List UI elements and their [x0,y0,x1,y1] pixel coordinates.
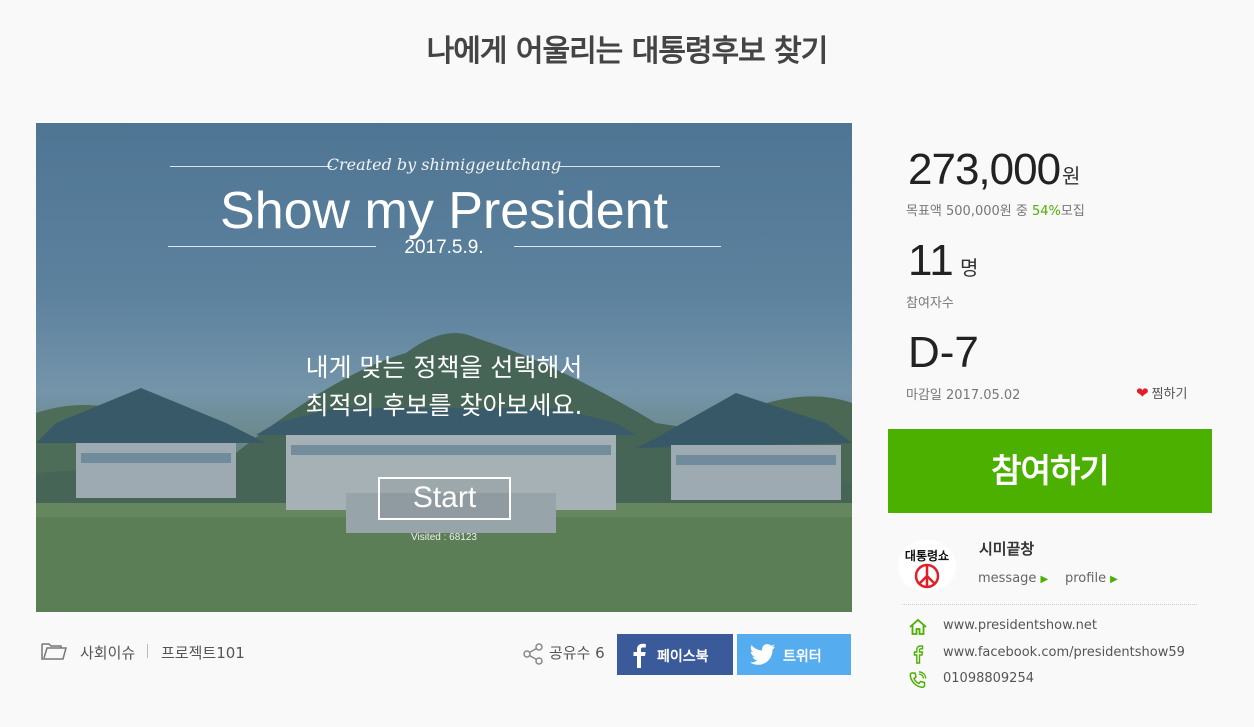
twitter-icon [749,644,775,665]
creator-avatar[interactable]: 대통령쇼 [898,540,956,592]
hero-message-line: 최적의 후보를 찾아보세요. [305,391,583,420]
hero-message-line: 내게 맞는 정책을 선택해서 [305,353,583,382]
category-link[interactable]: 사회이슈 [80,642,135,663]
participant-unit: 명 [960,256,979,280]
phone-number: 01098809254 [943,671,1034,686]
facebook-share-button[interactable]: 페이스북 [617,634,733,675]
profile-link[interactable]: profile ▶ [1065,571,1118,586]
website-link[interactable]: www.presidentshow.net [943,618,1097,633]
page-title: 나에게 어울리는 대통령후보 찾기 [426,34,829,69]
creator-divider [902,604,1197,605]
svg-text:대통령쇼: 대통령쇼 [905,548,949,563]
share-icon [523,643,543,665]
funded-amount-unit: 원 [1062,164,1081,188]
folder-icon [41,643,67,660]
message-label: message [978,571,1037,586]
hero-credit: Created by shimiggeutchang [326,155,562,174]
hero-banner[interactable]: Created by shimiggeutchang Show my Presi… [36,123,852,612]
creator-logo: 대통령쇼 [898,540,956,592]
hero-date: 2017.5.9. [404,237,484,258]
participant-count: 11 [908,236,954,285]
facebook-icon [633,643,646,668]
goal-text: 목표액 500,000원 중 54%모집 [906,200,1085,219]
category-separator [147,644,148,658]
wishlist-button[interactable]: ❤ 찜하기 [1136,383,1187,402]
facebook-share-label: 페이스북 [657,649,709,665]
deadline-date: 마감일 2017.05.02 [906,388,1021,403]
home-icon [909,618,927,635]
goal-prefix: 목표액 500,000원 중 [906,204,1032,219]
profile-label: profile [1065,571,1107,586]
goal-suffix: 모집 [1060,204,1085,219]
facebook-icon [913,645,924,664]
phone-icon [909,671,927,689]
join-button[interactable]: 참여하기 [888,429,1212,513]
days-remaining: D-7 [908,328,979,377]
share-count: 공유수 6 [549,644,605,662]
category-link[interactable]: 프로젝트101 [161,642,245,663]
visited-count: Visited : 68123 [411,532,477,543]
funded-amount: 273,000 [908,145,1061,194]
creator-name[interactable]: 시미끝창 [979,538,1034,559]
wishlist-label: 찜하기 [1151,387,1188,402]
goal-percent: 54% [1031,204,1061,219]
start-button[interactable]: Start [378,477,511,520]
hero-title: Show my President [220,182,668,240]
facebook-page-link[interactable]: www.facebook.com/presidentshow59 [943,645,1185,660]
twitter-share-label: 트위터 [783,649,822,665]
arrow-right-icon: ▶ [1040,574,1049,585]
message-link[interactable]: message ▶ [978,571,1048,586]
hero-message: 내게 맞는 정책을 선택해서 최적의 후보를 찾아보세요. [36,349,852,425]
heart-icon: ❤ [1136,384,1149,402]
twitter-share-button[interactable]: 트위터 [737,634,851,675]
arrow-right-icon: ▶ [1110,574,1118,585]
participant-label: 참여자수 [906,296,954,311]
